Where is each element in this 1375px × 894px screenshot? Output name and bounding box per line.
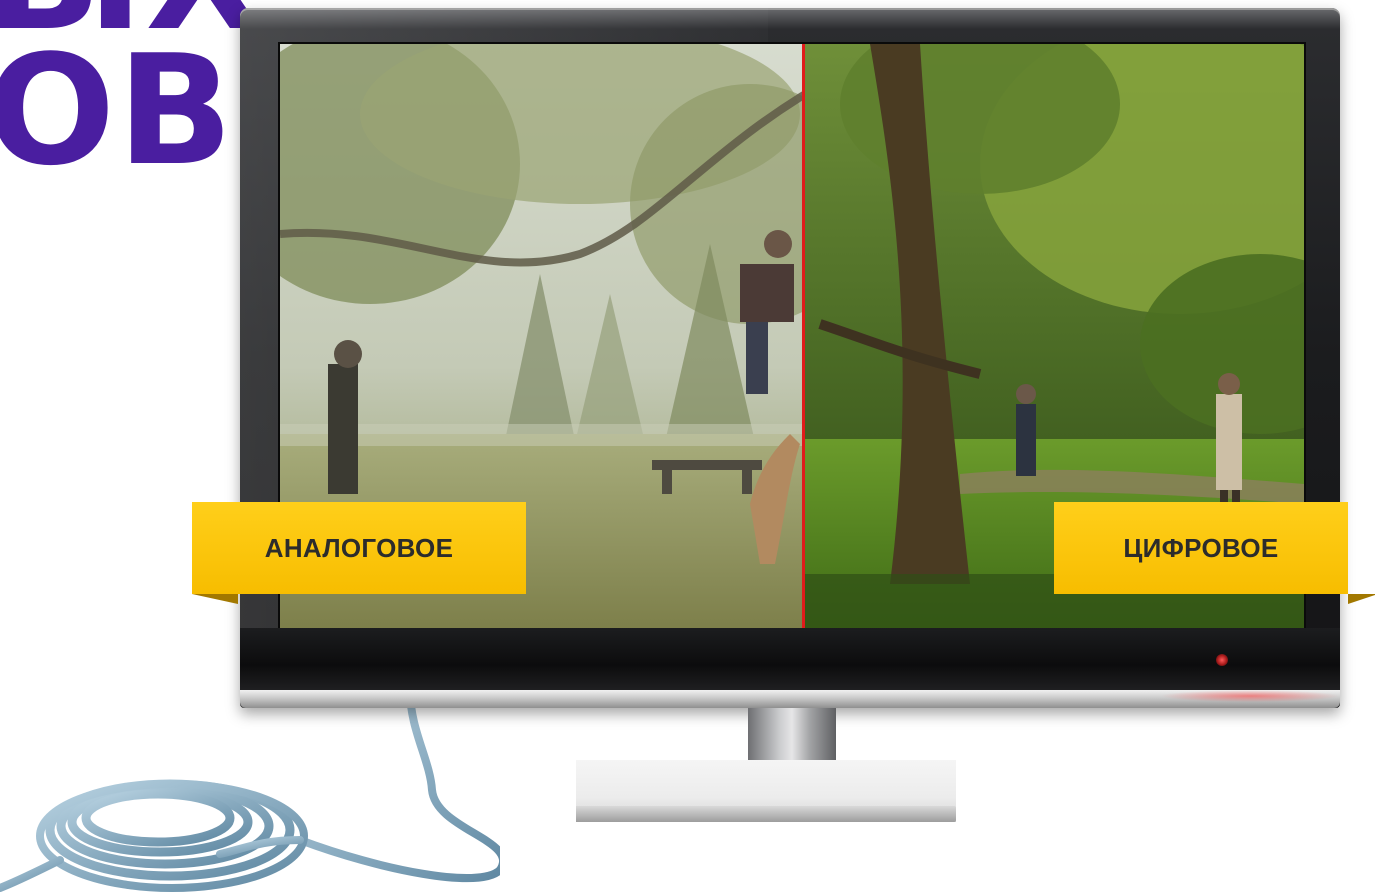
- label-analog-text: АНАЛОГОВОЕ: [264, 532, 454, 563]
- white-overlay-block: [500, 742, 576, 894]
- tv-comparison-banner: ЫХ ОВ: [0, 0, 1375, 894]
- monitor-stand-plate: [574, 806, 956, 822]
- coiled-cable-icon: [0, 686, 507, 892]
- headline-text: ЫХ ОВ: [0, 0, 265, 199]
- ribbon-fold-right: [1348, 594, 1375, 604]
- label-digital-text: ЦИФРОВОЕ: [1123, 532, 1279, 563]
- split-divider-line: [802, 44, 805, 630]
- label-digital: ЦИФРОВОЕ: [1054, 502, 1348, 594]
- label-analog: АНАЛОГОВОЕ: [192, 502, 526, 594]
- headline-line-2: ОВ: [0, 22, 236, 199]
- ribbon-fold-left: [192, 594, 238, 604]
- monitor-bottom-bezel: [240, 628, 1340, 690]
- chrome-reflection-glow: [1160, 690, 1340, 702]
- power-led-icon: [1216, 654, 1228, 666]
